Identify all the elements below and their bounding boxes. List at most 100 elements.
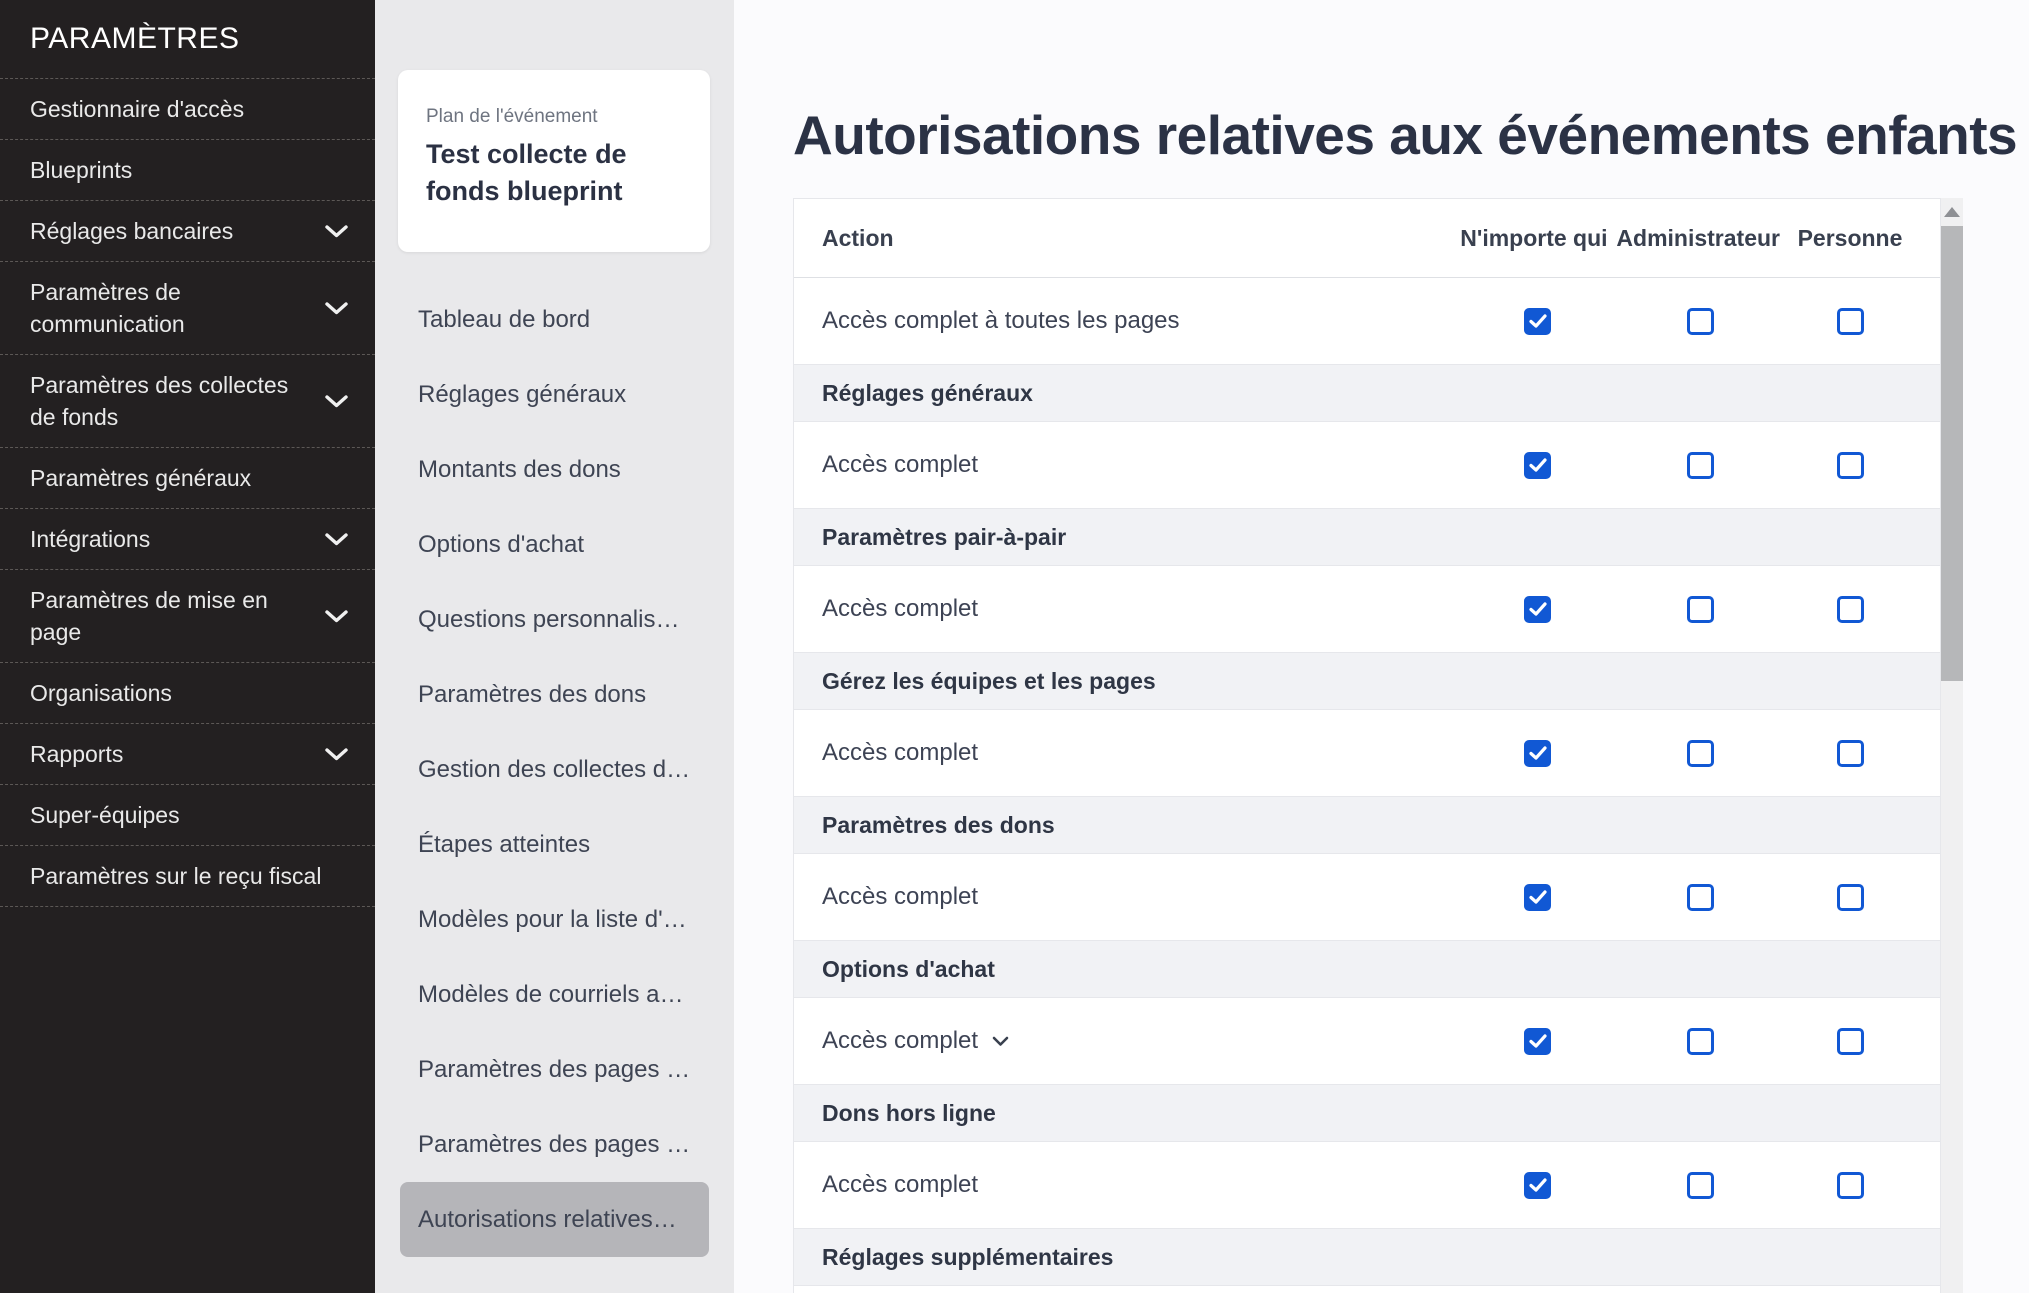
scroll-up-button[interactable] bbox=[1941, 198, 1963, 226]
section-header-row: Options d'achat bbox=[794, 941, 1940, 998]
row-label-cell: Accès complet bbox=[822, 451, 1455, 479]
sidebar-item[interactable]: Super-équipes bbox=[0, 785, 375, 846]
event-plan-item[interactable]: Modèles de courriels a… bbox=[375, 957, 734, 1032]
chevron-down-icon bbox=[324, 609, 349, 624]
row-label: Accès complet bbox=[822, 595, 978, 623]
event-plan-item[interactable]: Paramètres des dons bbox=[375, 657, 734, 732]
sidebar-item[interactable]: Paramètres des collectes de fonds bbox=[0, 355, 375, 448]
sidebar-item-label: Réglages bancaires bbox=[30, 215, 314, 247]
checkbox-administrator[interactable] bbox=[1687, 1028, 1714, 1055]
checkbox-administrator[interactable] bbox=[1687, 452, 1714, 479]
sidebar-item[interactable]: Organisations bbox=[0, 663, 375, 724]
checkbox-administrator[interactable] bbox=[1687, 596, 1714, 623]
checkbox-anyone[interactable] bbox=[1524, 740, 1551, 767]
row-label: Accès complet à toutes les pages bbox=[822, 307, 1180, 335]
sidebar-item-label: Rapports bbox=[30, 738, 314, 770]
section-header-row: Réglages supplémentaires bbox=[794, 1229, 1940, 1286]
checkbox-cell-person bbox=[1780, 1172, 1920, 1199]
sidebar-item-label: Paramètres des collectes de fonds bbox=[30, 369, 314, 433]
section-header-row: Gérez les équipes et les pages bbox=[794, 653, 1940, 710]
checkbox-cell-anyone bbox=[1455, 884, 1620, 911]
checkbox-cell-administrator bbox=[1620, 596, 1780, 623]
row-label-cell: Accès complet à toutes les pages bbox=[822, 307, 1455, 335]
sidebar-item-label: Paramètres de communication bbox=[30, 276, 314, 340]
section-header-row: Réglages généraux bbox=[794, 365, 1940, 422]
checkbox-administrator[interactable] bbox=[1687, 308, 1714, 335]
checkbox-anyone[interactable] bbox=[1524, 884, 1551, 911]
event-plan-item[interactable]: Options d'achat bbox=[375, 507, 734, 582]
event-plan-item[interactable]: Étapes atteintes bbox=[375, 807, 734, 882]
event-plan-item[interactable]: Montants des dons bbox=[375, 432, 734, 507]
row-label-cell: Accès complet bbox=[822, 1027, 1455, 1055]
sidebar-item[interactable]: Intégrations bbox=[0, 509, 375, 570]
section-header-label: Dons hors ligne bbox=[822, 1100, 996, 1127]
checkbox-person[interactable] bbox=[1837, 596, 1864, 623]
checkbox-cell-person bbox=[1780, 452, 1920, 479]
sidebar-item-label: Gestionnaire d'accès bbox=[30, 93, 349, 125]
checkbox-cell-person bbox=[1780, 740, 1920, 767]
event-plan-item-list: Tableau de bordRéglages générauxMontants… bbox=[375, 282, 734, 1257]
table-row: Accès complet bbox=[794, 710, 1940, 797]
chevron-down-icon bbox=[324, 224, 349, 239]
column-header-administrator: Administrateur bbox=[1616, 225, 1780, 252]
checkbox-person[interactable] bbox=[1837, 452, 1864, 479]
checkbox-anyone[interactable] bbox=[1524, 596, 1551, 623]
row-label-cell: Accès complet bbox=[822, 1171, 1455, 1199]
event-plan-item[interactable]: Paramètres des pages … bbox=[375, 1107, 734, 1182]
event-plan-card: Plan de l'événement Test collecte de fon… bbox=[398, 70, 710, 252]
event-plan-sidebar: Plan de l'événement Test collecte de fon… bbox=[375, 0, 734, 1293]
page-title: Autorisations relatives aux événements e… bbox=[793, 103, 2017, 167]
event-plan-item[interactable]: Tableau de bord bbox=[375, 282, 734, 357]
access-level-dropdown[interactable]: Accès complet bbox=[822, 1027, 1009, 1055]
checkbox-anyone[interactable] bbox=[1524, 1028, 1551, 1055]
checkbox-administrator[interactable] bbox=[1687, 740, 1714, 767]
section-header-label: Réglages supplémentaires bbox=[822, 1244, 1113, 1271]
checkbox-administrator[interactable] bbox=[1687, 884, 1714, 911]
chevron-down-icon bbox=[324, 532, 349, 547]
event-plan-card-title: Test collecte de fonds blueprint bbox=[426, 136, 682, 210]
sidebar-item-label: Super-équipes bbox=[30, 799, 349, 831]
row-label-cell: Accès complet bbox=[822, 883, 1455, 911]
checkbox-administrator[interactable] bbox=[1687, 1172, 1714, 1199]
checkmark-icon bbox=[1529, 1178, 1547, 1192]
checkbox-anyone[interactable] bbox=[1524, 308, 1551, 335]
table-scrollbar[interactable] bbox=[1941, 198, 1963, 1293]
sidebar-item[interactable]: Gestionnaire d'accès bbox=[0, 79, 375, 140]
section-header-label: Gérez les équipes et les pages bbox=[822, 668, 1156, 695]
event-plan-item[interactable]: Gestion des collectes d… bbox=[375, 732, 734, 807]
checkbox-cell-administrator bbox=[1620, 308, 1780, 335]
event-plan-item[interactable]: Paramètres des pages … bbox=[375, 1032, 734, 1107]
sidebar-item[interactable]: Paramètres de mise en page bbox=[0, 570, 375, 663]
checkbox-cell-administrator bbox=[1620, 884, 1780, 911]
checkbox-anyone[interactable] bbox=[1524, 452, 1551, 479]
table-body: Accès complet à toutes les pages Réglages… bbox=[794, 278, 1940, 1286]
sidebar-item[interactable]: Paramètres généraux bbox=[0, 448, 375, 509]
event-plan-item[interactable]: Modèles pour la liste d'… bbox=[375, 882, 734, 957]
event-plan-item[interactable]: Questions personnalis… bbox=[375, 582, 734, 657]
event-plan-item[interactable]: Réglages généraux bbox=[375, 357, 734, 432]
table-row: Accès complet bbox=[794, 1142, 1940, 1229]
checkbox-person[interactable] bbox=[1837, 1028, 1864, 1055]
checkmark-icon bbox=[1529, 746, 1547, 760]
chevron-down-icon bbox=[324, 747, 349, 762]
table-row: Accès complet bbox=[794, 422, 1940, 509]
row-label: Accès complet bbox=[822, 739, 978, 767]
section-header-label: Paramètres pair-à-pair bbox=[822, 524, 1066, 551]
row-label-cell: Accès complet bbox=[822, 739, 1455, 767]
checkbox-cell-person bbox=[1780, 1028, 1920, 1055]
sidebar-item[interactable]: Paramètres de communication bbox=[0, 262, 375, 355]
table-row: Accès complet à toutes les pages bbox=[794, 278, 1940, 365]
column-header-anyone: N'importe qui bbox=[1451, 225, 1616, 252]
sidebar-item[interactable]: Rapports bbox=[0, 724, 375, 785]
checkbox-person[interactable] bbox=[1837, 1172, 1864, 1199]
sidebar-item[interactable]: Réglages bancaires bbox=[0, 201, 375, 262]
sidebar-item[interactable]: Paramètres sur le reçu fiscal bbox=[0, 846, 375, 907]
checkbox-person[interactable] bbox=[1837, 308, 1864, 335]
checkbox-anyone[interactable] bbox=[1524, 1172, 1551, 1199]
scrollbar-thumb[interactable] bbox=[1941, 226, 1963, 681]
sidebar-title: PARAMÈTRES bbox=[0, 0, 375, 79]
checkbox-person[interactable] bbox=[1837, 740, 1864, 767]
event-plan-item[interactable]: Autorisations relatives… bbox=[400, 1182, 709, 1257]
checkbox-person[interactable] bbox=[1837, 884, 1864, 911]
sidebar-item[interactable]: Blueprints bbox=[0, 140, 375, 201]
